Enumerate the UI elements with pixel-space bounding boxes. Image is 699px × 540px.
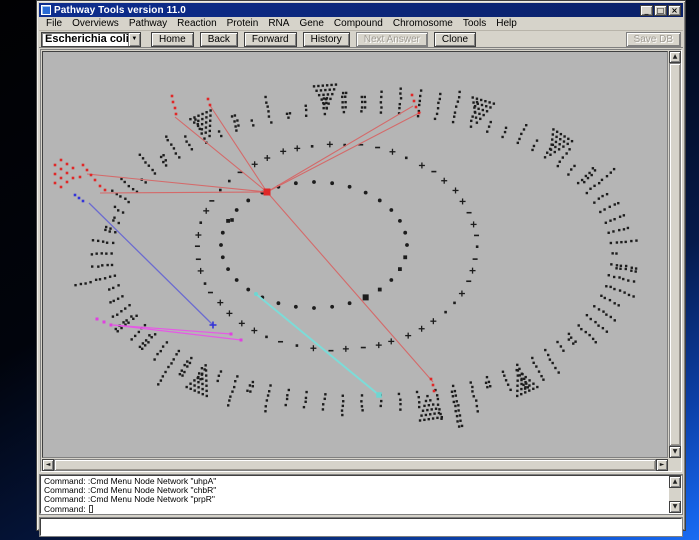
toolbar-button-next-answer[interactable]: Next Answer xyxy=(356,32,428,47)
menu-item-help[interactable]: Help xyxy=(491,17,522,30)
maximize-button[interactable]: □ xyxy=(654,5,667,16)
menu-item-rna[interactable]: RNA xyxy=(263,17,294,30)
menu-item-file[interactable]: File xyxy=(41,17,67,30)
scroll-up-icon[interactable]: ▲ xyxy=(669,51,681,63)
scroll-down-icon[interactable]: ▼ xyxy=(669,446,681,458)
nav-buttons: Home Back Forward History Next Answer Clone xyxy=(151,32,476,47)
scroll-left-icon[interactable]: ◄ xyxy=(42,459,54,471)
text-cursor xyxy=(89,505,93,513)
vertical-scrollbar-thumb[interactable] xyxy=(669,63,681,446)
console-line: Command: xyxy=(44,505,667,514)
scroll-right-icon[interactable]: ► xyxy=(656,459,668,471)
toolbar-button-back[interactable]: Back xyxy=(200,32,238,47)
pathway-tools-window: Pathway Tools version 11.0 _□× FileOverv… xyxy=(36,0,686,531)
canvas-vertical-scrollbar[interactable]: ▲ ▼ xyxy=(669,51,681,458)
organism-combobox-value: Escherichia coli xyxy=(42,33,128,46)
console-output[interactable]: Command: :Cmd Menu Node Network "uhpA"Co… xyxy=(40,475,682,514)
minimize-button[interactable]: _ xyxy=(640,5,653,16)
console-lines: Command: :Cmd Menu Node Network "uhpA"Co… xyxy=(44,477,667,514)
organism-combobox[interactable]: Escherichia coli ▼ xyxy=(41,32,141,47)
toolbar-button-clone[interactable]: Clone xyxy=(434,32,476,47)
chevron-down-icon[interactable]: ▼ xyxy=(128,33,140,46)
menu-item-protein[interactable]: Protein xyxy=(222,17,264,30)
app-icon xyxy=(41,5,51,15)
menu-item-reaction[interactable]: Reaction xyxy=(172,17,221,30)
menu-item-overviews[interactable]: Overviews xyxy=(67,17,124,30)
save-db-button[interactable]: Save DB xyxy=(626,32,681,47)
console-line: Command: :Cmd Menu Node Network "prpR" xyxy=(44,495,667,504)
menu-item-pathway[interactable]: Pathway xyxy=(124,17,172,30)
toolbar-button-history[interactable]: History xyxy=(303,32,350,47)
menu-item-tools[interactable]: Tools xyxy=(458,17,491,30)
menu-bar: FileOverviewsPathwayReactionProteinRNAGe… xyxy=(39,17,683,31)
toolbar-button-forward[interactable]: Forward xyxy=(244,32,297,47)
toolbar: Escherichia coli ▼ Home Back Forward Histor… xyxy=(39,31,683,48)
window-controls: _□× xyxy=(640,5,681,16)
regulatory-overview-diagram xyxy=(43,52,668,458)
regulatory-overview-canvas[interactable] xyxy=(42,51,668,458)
canvas-block: ▲ ▼ ◄ ► xyxy=(40,49,682,472)
scrollbar-corner xyxy=(669,459,681,471)
scroll-up-icon[interactable]: ▲ xyxy=(669,476,681,488)
toolbar-button-home[interactable]: Home xyxy=(151,32,194,47)
menu-item-gene[interactable]: Gene xyxy=(294,17,328,30)
menu-item-compound[interactable]: Compound xyxy=(329,17,388,30)
console-scrollbar[interactable]: ▲ ▼ xyxy=(669,476,681,513)
window-titlebar[interactable]: Pathway Tools version 11.0 _□× xyxy=(39,3,683,17)
close-button[interactable]: × xyxy=(668,5,681,16)
scroll-down-icon[interactable]: ▼ xyxy=(669,501,681,513)
horizontal-scrollbar-thumb[interactable] xyxy=(54,459,656,471)
command-input-field[interactable] xyxy=(40,518,682,536)
desktop-background: Pathway Tools version 11.0 _□× FileOverv… xyxy=(0,0,699,540)
window-title: Pathway Tools version 11.0 xyxy=(54,5,637,16)
canvas-horizontal-scrollbar[interactable]: ◄ ► xyxy=(42,459,668,471)
menu-item-chromosome[interactable]: Chromosome xyxy=(388,17,458,30)
